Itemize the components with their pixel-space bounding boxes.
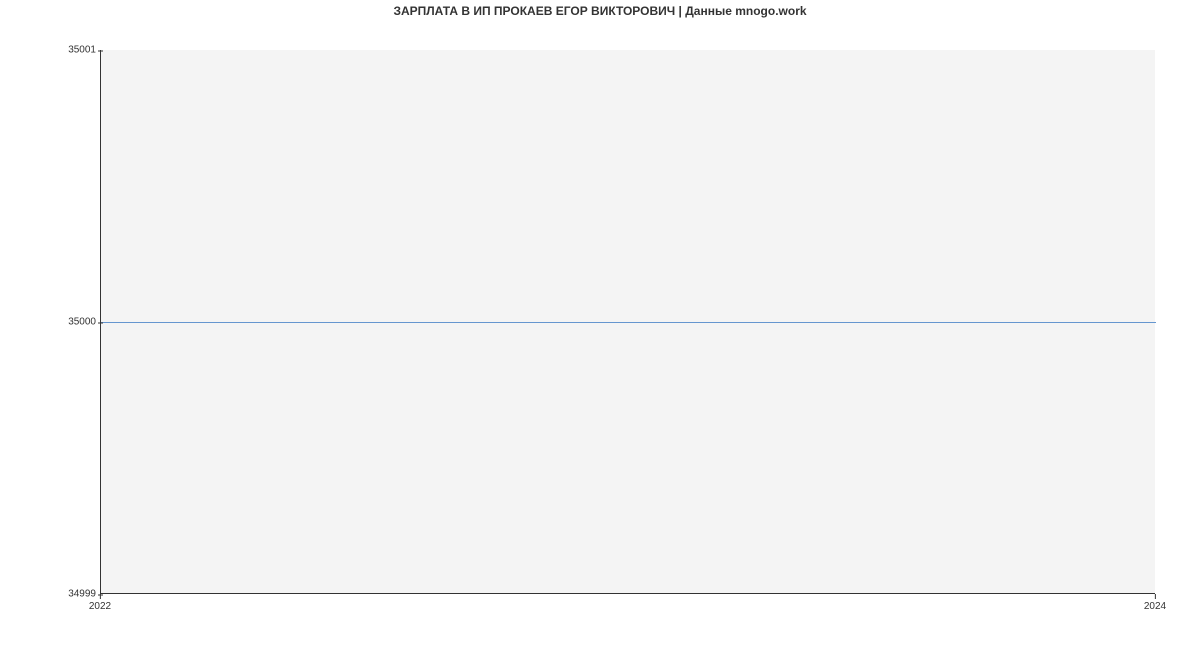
x-tick-label: 2024 bbox=[1144, 601, 1166, 612]
x-tick-text: 2022 bbox=[89, 601, 111, 612]
tick-mark bbox=[98, 322, 103, 323]
y-tick-label: 34999 bbox=[68, 589, 96, 600]
chart-title: ЗАРПЛАТА В ИП ПРОКАЕВ ЕГОР ВИКТОРОВИЧ | … bbox=[0, 4, 1200, 18]
x-tick-label: 2022 bbox=[89, 601, 111, 612]
y-tick-text: 35001 bbox=[68, 45, 96, 56]
y-tick-text: 34999 bbox=[68, 589, 96, 600]
data-series-line bbox=[101, 322, 1156, 323]
y-tick-label: 35000 bbox=[68, 317, 96, 328]
y-tick-text: 35000 bbox=[68, 317, 96, 328]
chart-container: ЗАРПЛАТА В ИП ПРОКАЕВ ЕГОР ВИКТОРОВИЧ | … bbox=[0, 0, 1200, 650]
tick-mark bbox=[98, 50, 103, 51]
y-tick-label: 35001 bbox=[68, 45, 96, 56]
plot-area bbox=[100, 50, 1155, 594]
tick-mark bbox=[1155, 594, 1156, 599]
x-tick-text: 2024 bbox=[1144, 601, 1166, 612]
tick-mark bbox=[100, 594, 101, 599]
